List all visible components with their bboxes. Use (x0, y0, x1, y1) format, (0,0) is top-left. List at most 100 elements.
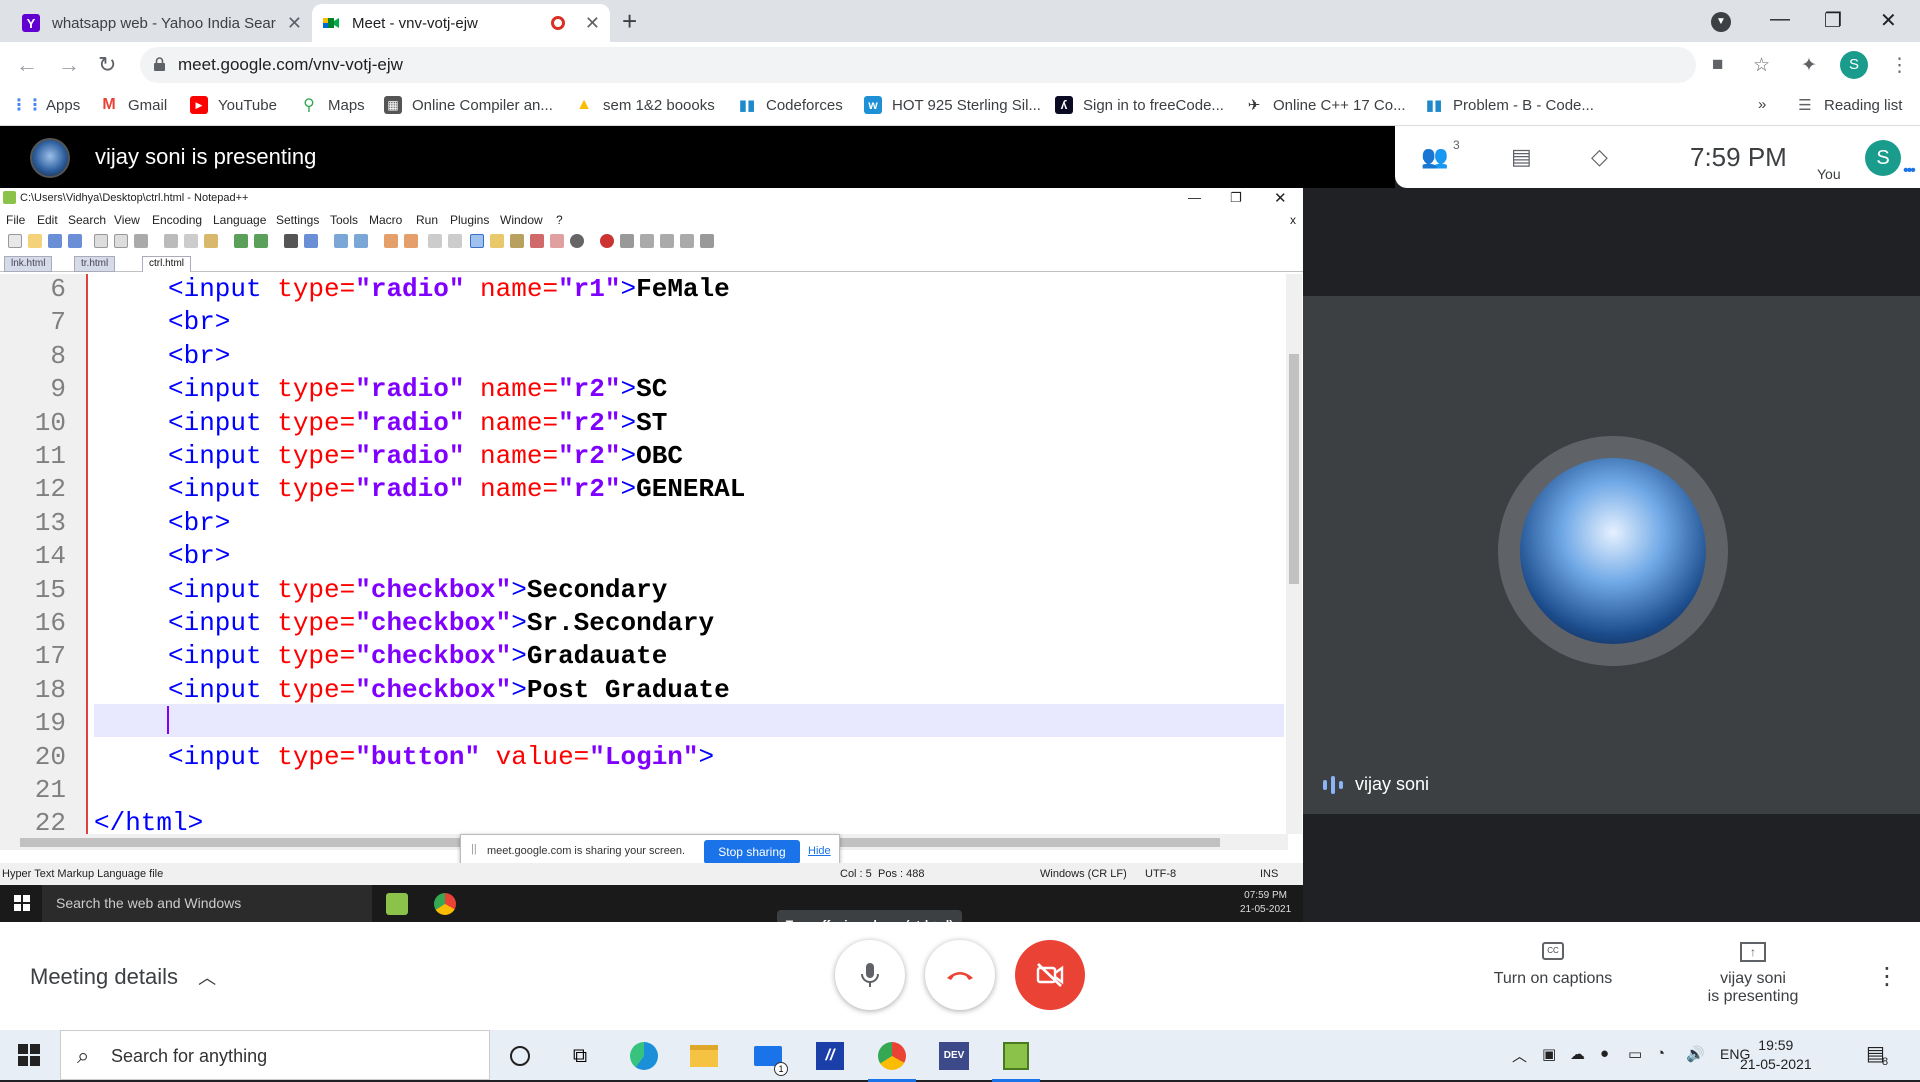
menu-settings: Settings (276, 213, 320, 227)
folder-workspace-icon (550, 234, 564, 248)
bookmark-sem-books[interactable]: ▲ sem 1&2 boooks (575, 96, 715, 114)
bookmark-gmail[interactable]: M Gmail (100, 96, 167, 114)
more-options-icon[interactable]: ⋮ (1875, 962, 1899, 991)
bookmark-apps[interactable]: ⋮⋮ Apps (11, 96, 80, 115)
restore-icon[interactable]: ❐ (1824, 8, 1842, 33)
chrome-menu-icon[interactable]: ⋮ (1890, 54, 1909, 77)
close-tab-icon[interactable]: ✕ (585, 13, 600, 34)
code-token: Post Graduate (526, 674, 730, 705)
more-options-icon[interactable]: ••• (1903, 162, 1916, 180)
shared-clock: 07:59 PM 21-05-2021 (1240, 890, 1292, 915)
code-token: "radio" (355, 407, 465, 438)
camera-in-use-icon[interactable]: ■ (1712, 54, 1723, 76)
code-token: > (511, 674, 527, 705)
bookmark-hot-925[interactable]: w HOT 925 Sterling Sil... (864, 96, 1041, 114)
reading-list-button[interactable]: ☰ Reading list (1796, 96, 1902, 115)
line-number: 13 (34, 507, 66, 538)
microphone-tray-icon[interactable]: ● (1600, 1045, 1609, 1062)
tab-search-icon[interactable]: ▼ (1711, 12, 1731, 32)
visual-studio-icon[interactable]: // (814, 1040, 846, 1072)
meet-icon (322, 14, 340, 32)
code-line: <input type="checkbox">Post Graduate (168, 675, 730, 708)
indent-guide-icon (470, 234, 484, 248)
camera-button[interactable] (1015, 940, 1085, 1010)
code-token: <input (168, 407, 278, 438)
windows-taskbar: ⌕ Search for anything ⧉ 1 // DEV ︿ ▣ ☁ ●… (0, 1030, 1920, 1082)
close-tab-icon[interactable]: ✕ (287, 13, 302, 34)
meeting-details-button[interactable]: Meeting details ︿ (30, 964, 216, 990)
bookmark-star-icon[interactable]: ☆ (1753, 54, 1770, 77)
bookmark-online-cpp[interactable]: ✈ Online C++ 17 Co... (1245, 96, 1406, 115)
file-explorer-icon[interactable] (688, 1040, 720, 1072)
code-token: <br> (168, 507, 231, 538)
notepadpp-icon[interactable] (992, 1040, 1040, 1082)
code-token: <br> (168, 541, 231, 572)
line-number: 12 (34, 474, 66, 505)
chevron-up-icon: ︿ (198, 968, 217, 988)
bookmark-maps[interactable]: ⚲ Maps (300, 96, 365, 115)
onedrive-icon[interactable]: ☁ (1570, 1045, 1585, 1063)
tab-title: whatsapp web - Yahoo India Sear (52, 14, 276, 32)
sync-h-icon (404, 234, 418, 248)
mail-icon[interactable]: 1 (752, 1040, 788, 1076)
tab-yahoo[interactable]: Y whatsapp web - Yahoo India Sear ✕ (12, 4, 312, 42)
code-line: </html> (94, 808, 203, 834)
bookmark-youtube[interactable]: ▶ YouTube (190, 96, 277, 114)
close-window-icon[interactable]: ✕ (1880, 8, 1897, 33)
youtube-icon: ▶ (190, 96, 208, 114)
people-icon[interactable]: 👥 (1421, 144, 1448, 170)
menu-file: File (6, 213, 26, 227)
battery-icon[interactable]: ▭ (1628, 1045, 1642, 1063)
menu-tools: Tools (330, 213, 359, 227)
captions-button[interactable]: CC Turn on captions (1488, 942, 1618, 988)
function-list-icon (530, 234, 544, 248)
bookmark-freecodecamp[interactable]: ʎ Sign in to freeCode... (1055, 96, 1224, 114)
record-macro-icon (600, 234, 614, 248)
code-token: <input (168, 474, 278, 505)
bookmark-online-compiler[interactable]: ▦ Online Compiler an... (384, 96, 553, 114)
volume-icon[interactable]: 🔊 (1686, 1045, 1705, 1063)
taskbar-search-box[interactable]: ⌕ Search for anything (60, 1030, 490, 1080)
forward-icon[interactable]: → (58, 52, 80, 78)
close-icon: ✕ (1274, 190, 1287, 207)
microphone-button[interactable] (835, 940, 905, 1010)
minimize-icon[interactable]: — (1770, 8, 1790, 31)
windows-start-icon[interactable] (18, 1044, 40, 1066)
activities-icon[interactable]: ◇ (1591, 144, 1608, 170)
new-tab-button[interactable]: + (622, 6, 637, 37)
code-editor: 6 7 8 9 10 11 12 13 14 15 16 17 18 19 20 21 22 <input ty… (0, 274, 1288, 834)
leave-call-button[interactable] (925, 940, 995, 1010)
task-view-icon[interactable]: ⧉ (564, 1040, 596, 1072)
code-token: Secondary (526, 574, 668, 605)
eol-indicator: Windows (CR LF) (1040, 868, 1127, 880)
line-number: 18 (34, 674, 66, 705)
windows-start-icon (14, 895, 30, 911)
cortana-icon[interactable] (504, 1040, 536, 1072)
extensions-icon[interactable]: ✦ (1801, 54, 1817, 77)
code-token: name= (464, 274, 559, 304)
reload-icon[interactable]: ↻ (98, 52, 116, 78)
chat-icon[interactable]: ▤ (1511, 144, 1532, 170)
bookmarks-overflow[interactable]: » (1758, 96, 1766, 113)
code-token: <input (168, 374, 278, 405)
bookmark-codeforces[interactable]: ▮▮ Codeforces (738, 96, 843, 115)
address-bar[interactable]: meet.google.com/vnv-votj-ejw (140, 47, 1696, 83)
notification-count: 8 (1882, 1056, 1889, 1068)
self-avatar[interactable]: S (1865, 140, 1901, 176)
meet-now-icon[interactable]: ▣ (1542, 1045, 1556, 1063)
profile-avatar[interactable]: S (1840, 51, 1868, 79)
back-icon[interactable]: ← (16, 52, 38, 78)
taskbar-clock[interactable]: 19:59 21-05-2021 (1740, 1036, 1812, 1074)
tab-meet[interactable]: Meet - vnv-votj-ejw ✕ (312, 4, 610, 42)
devcpp-icon[interactable]: DEV (938, 1040, 970, 1072)
edge-icon[interactable] (628, 1040, 660, 1072)
bookmark-problem-b[interactable]: ▮▮ Problem - B - Code... (1425, 96, 1594, 115)
line-number: 15 (34, 574, 66, 605)
wifi-icon[interactable]: ◔ (1656, 1045, 1665, 1062)
line-number: 16 (34, 608, 66, 638)
chrome-icon[interactable] (868, 1040, 916, 1082)
vertical-scrollbar (1286, 274, 1302, 834)
menu-run: Run (416, 213, 439, 227)
presenting-status-button[interactable]: ↑ vijay soni is presenting (1688, 942, 1818, 1006)
show-hidden-icons-icon[interactable]: ︿ (1512, 1045, 1527, 1066)
